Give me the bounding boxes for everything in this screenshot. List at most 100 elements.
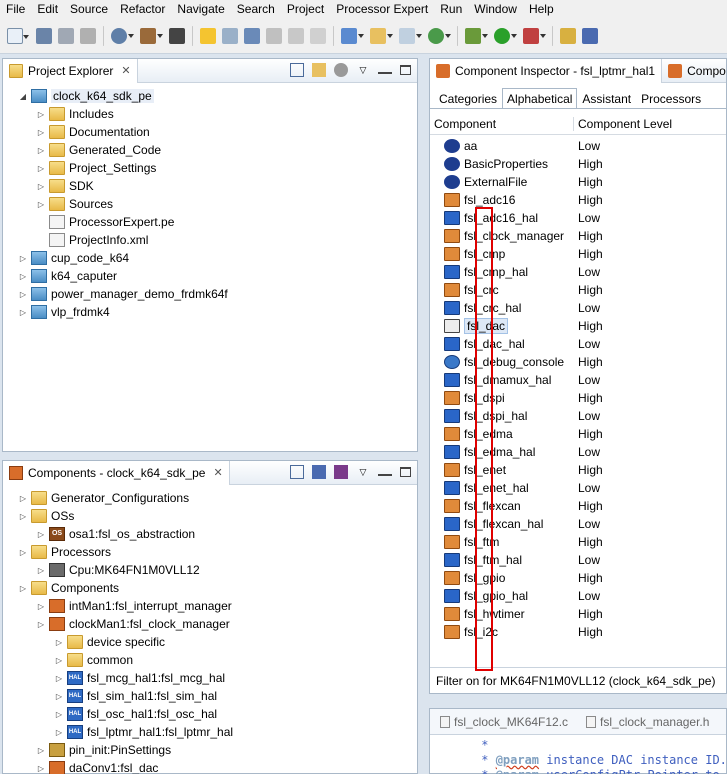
new-project-icon[interactable]: [341, 27, 364, 44]
build-hammer-icon[interactable]: [140, 27, 163, 44]
filter-icon[interactable]: [334, 63, 348, 77]
tab-project-explorer[interactable]: Project Explorer ✕: [3, 58, 138, 83]
save-all-icon[interactable]: [58, 27, 74, 44]
menu-item-help[interactable]: Help: [523, 0, 560, 18]
expand-arrow-icon[interactable]: ▷: [53, 728, 65, 737]
menu-item-processor-expert[interactable]: Processor Expert: [330, 0, 434, 18]
expand-arrow-icon[interactable]: ▷: [17, 290, 29, 299]
component-row[interactable]: fsl_enet High: [430, 461, 726, 479]
expand-arrow-icon[interactable]: ▷: [53, 674, 65, 683]
component-row[interactable]: fsl_crc_hal Low: [430, 299, 726, 317]
minimize-icon[interactable]: [378, 66, 392, 74]
collapse-all-icon[interactable]: [290, 63, 304, 77]
component-row[interactable]: fsl_flexcan_hal Low: [430, 515, 726, 533]
tab-components-library[interactable]: Compo: [662, 63, 726, 78]
menu-item-refactor[interactable]: Refactor: [114, 0, 171, 18]
new-icon[interactable]: [7, 27, 29, 44]
expand-arrow-icon[interactable]: ▷: [17, 584, 29, 593]
expand-arrow-icon[interactable]: ◢: [17, 92, 29, 101]
column-component[interactable]: Component: [430, 116, 574, 131]
pencil-icon[interactable]: [266, 27, 282, 44]
component-row[interactable]: fsl_ftm_hal Low: [430, 551, 726, 569]
column-component-level[interactable]: Component Level: [574, 117, 672, 131]
tree-item[interactable]: ▷ Generator_Configurations: [3, 489, 417, 507]
component-row[interactable]: fsl_cmp_hal Low: [430, 263, 726, 281]
tab-assistant[interactable]: Assistant: [577, 88, 636, 108]
collapse-all-icon[interactable]: [290, 465, 304, 479]
expand-arrow-icon[interactable]: ▷: [53, 692, 65, 701]
new-file-icon[interactable]: [399, 27, 422, 44]
tree-item[interactable]: ▷ pin_init:PinSettings: [3, 741, 417, 759]
component-row[interactable]: aa Low: [430, 137, 726, 155]
component-row[interactable]: fsl_dmamux_hal Low: [430, 371, 726, 389]
expand-arrow-icon[interactable]: ▷: [53, 656, 65, 665]
link-icon[interactable]: [244, 27, 260, 44]
tree-item[interactable]: ▷ Sources: [3, 195, 417, 213]
open-task-icon[interactable]: [560, 27, 576, 44]
expand-arrow-icon[interactable]: ▷: [53, 710, 65, 719]
tree-item[interactable]: ▷ device specific: [3, 633, 417, 651]
expand-arrow-icon[interactable]: ▷: [35, 200, 47, 209]
menu-item-source[interactable]: Source: [64, 0, 114, 18]
component-row[interactable]: fsl_flexcan High: [430, 497, 726, 515]
expand-arrow-icon[interactable]: ▷: [35, 164, 47, 173]
run-icon[interactable]: [494, 27, 517, 44]
tree-item[interactable]: ▷ k64_caputer: [3, 267, 417, 285]
save-icon[interactable]: [36, 27, 52, 44]
search-icon[interactable]: [582, 27, 598, 44]
component-row[interactable]: fsl_enet_hal Low: [430, 479, 726, 497]
folder-icon[interactable]: [312, 465, 326, 479]
tree-item[interactable]: ProcessorExpert.pe: [3, 213, 417, 231]
tree-item[interactable]: ▷ Includes: [3, 105, 417, 123]
component-row[interactable]: fsl_edma_hal Low: [430, 443, 726, 461]
component-row[interactable]: fsl_crc High: [430, 281, 726, 299]
tree-item[interactable]: ProjectInfo.xml: [3, 231, 417, 249]
expand-arrow-icon[interactable]: ▷: [35, 746, 47, 755]
component-row[interactable]: fsl_gpio High: [430, 569, 726, 587]
tree-item[interactable]: ▷ SDK: [3, 177, 417, 195]
settings-icon[interactable]: [111, 27, 134, 44]
pilcrow-icon[interactable]: [310, 27, 326, 44]
editor-tab[interactable]: fsl_clock_manager.h: [576, 711, 717, 733]
expand-arrow-icon[interactable]: ▷: [35, 620, 47, 629]
view-menu-icon[interactable]: ▽: [356, 63, 370, 77]
expand-arrow-icon[interactable]: ▷: [17, 512, 29, 521]
lightning-icon[interactable]: [200, 27, 216, 44]
component-row[interactable]: fsl_i2c High: [430, 623, 726, 641]
component-row[interactable]: fsl_adc16 High: [430, 191, 726, 209]
tree-item[interactable]: ▷ OSs: [3, 507, 417, 525]
tab-components[interactable]: Components - clock_k64_sdk_pe ✕: [3, 460, 230, 485]
tab-processors[interactable]: Processors: [636, 88, 706, 108]
menu-item-edit[interactable]: Edit: [31, 0, 64, 18]
link-with-editor-icon[interactable]: [312, 63, 326, 77]
component-row[interactable]: fsl_edma High: [430, 425, 726, 443]
component-row[interactable]: fsl_dac_hal Low: [430, 335, 726, 353]
menu-item-window[interactable]: Window: [468, 0, 523, 18]
component-row[interactable]: fsl_cmp High: [430, 245, 726, 263]
component-row[interactable]: fsl_dac High: [430, 317, 726, 335]
tree-item[interactable]: ▷ Documentation: [3, 123, 417, 141]
tree-item[interactable]: ▷ HAL fsl_sim_hal1:fsl_sim_hal: [3, 687, 417, 705]
refresh-icon[interactable]: [428, 27, 451, 44]
expand-arrow-icon[interactable]: ▷: [17, 308, 29, 317]
tree-item[interactable]: ▷ HAL fsl_lptmr_hal1:fsl_lptmr_hal: [3, 723, 417, 741]
expand-arrow-icon[interactable]: ▷: [35, 128, 47, 137]
expand-arrow-icon[interactable]: ▷: [17, 272, 29, 281]
component-row[interactable]: fsl_gpio_hal Low: [430, 587, 726, 605]
menu-item-run[interactable]: Run: [434, 0, 468, 18]
view-menu-icon[interactable]: ▽: [356, 465, 370, 479]
tab-alphabetical[interactable]: Alphabetical: [502, 88, 578, 108]
mark-icon[interactable]: [222, 27, 238, 44]
maximize-icon[interactable]: [400, 467, 411, 477]
close-icon[interactable]: ✕: [121, 64, 130, 77]
tree-item[interactable]: ▷ common: [3, 651, 417, 669]
expand-arrow-icon[interactable]: ▷: [35, 110, 47, 119]
expand-arrow-icon[interactable]: ▷: [17, 494, 29, 503]
external-tools-icon[interactable]: [523, 27, 546, 44]
tree-item[interactable]: ▷ clockMan1:fsl_clock_manager: [3, 615, 417, 633]
expand-arrow-icon[interactable]: ▷: [17, 254, 29, 263]
tab-component-inspector[interactable]: Component Inspector - fsl_lptmr_hal1: [430, 58, 663, 83]
tree-item[interactable]: ◢ clock_k64_sdk_pe: [3, 87, 417, 105]
component-row[interactable]: fsl_dspi High: [430, 389, 726, 407]
component-row[interactable]: fsl_adc16_hal Low: [430, 209, 726, 227]
